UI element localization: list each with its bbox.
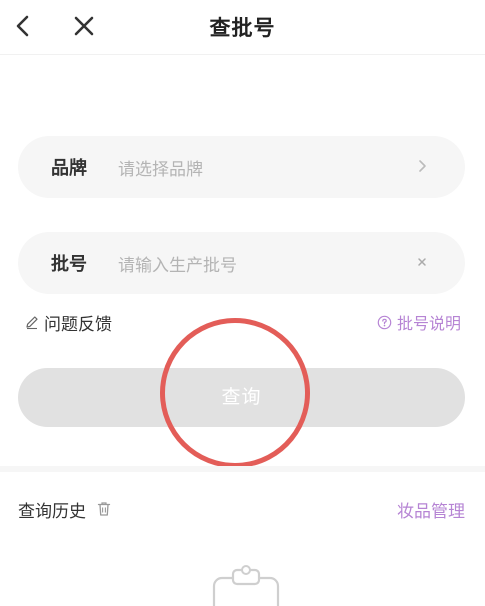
chevron-right-icon: [413, 157, 431, 175]
batch-label: 批号: [51, 254, 87, 275]
clear-icon[interactable]: [413, 253, 431, 271]
edit-pencil-icon: [24, 314, 40, 330]
batch-placeholder: 请输入生产批号: [118, 256, 237, 276]
annotation-circle: [152, 310, 318, 476]
clipboard-icon: [204, 564, 288, 606]
page-title: 查批号: [209, 16, 276, 40]
trash-icon[interactable]: [95, 500, 113, 518]
batch-explain-link[interactable]: 批号说明: [377, 310, 461, 334]
batch-explain-label: 批号说明: [396, 314, 461, 333]
question-circle-icon: [377, 315, 392, 330]
feedback-link[interactable]: 问题反馈: [24, 310, 112, 335]
brand-placeholder: 请选择品牌: [118, 160, 203, 180]
feedback-label: 问题反馈: [44, 314, 112, 335]
history-header: 查询历史: [18, 496, 113, 522]
cosmetics-manage-link[interactable]: 妆品管理: [397, 497, 465, 522]
batch-number-input[interactable]: 批号 请输入生产批号: [18, 232, 465, 294]
top-nav-bar: 查批号: [0, 0, 485, 55]
section-divider: [0, 466, 485, 472]
brand-label: 品牌: [51, 158, 87, 179]
history-title: 查询历史: [18, 501, 86, 522]
brand-select-field[interactable]: 品牌 请选择品牌: [18, 136, 465, 198]
